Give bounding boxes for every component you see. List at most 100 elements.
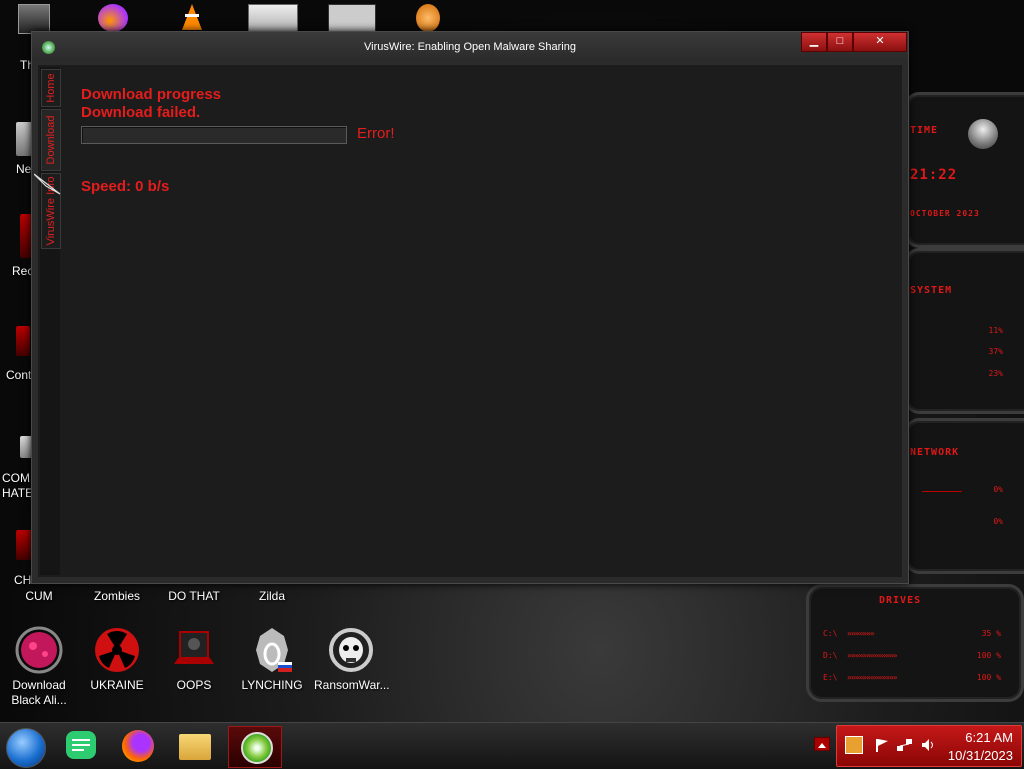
drive-percent: 35 % (981, 629, 1001, 638)
drives-widget-title: DRIVES (879, 595, 922, 606)
system-tray: 6:21 AM 10/31/2023 (836, 725, 1022, 767)
window-titlebar[interactable]: VirusWire: Enabling Open Malware Sharing… (32, 32, 908, 62)
time-widget: TIME 21:22 OCTOBER 2023 (905, 92, 1024, 248)
drive-row: C:\ »»»»»»» 35 % (823, 629, 1007, 639)
desktop-icon-top-6[interactable] (416, 4, 440, 32)
time-widget-title: TIME (910, 125, 939, 136)
download-progress-bar (81, 126, 347, 144)
download-status-text: Download failed. (81, 104, 201, 121)
virus-icon (15, 626, 63, 674)
chat-app-icon (66, 731, 96, 759)
desktop-icon-top-1[interactable] (18, 4, 50, 34)
control-panel-icon[interactable] (16, 326, 30, 356)
drive-letter: C:\ (823, 629, 838, 638)
desktop-label-left-4[interactable]: COMI (2, 471, 33, 485)
desktop-icon-label: OOPS (176, 678, 212, 692)
window-controls: ▁ □ ✕ (801, 32, 907, 52)
drive-usage-bar: »»»»»»» (847, 629, 875, 638)
desktop-label-left-3[interactable]: Cont (6, 368, 31, 382)
network-graph-line (922, 491, 962, 492)
desktop-label-zilda[interactable]: Zilda (235, 589, 309, 604)
vlc-icon[interactable] (180, 4, 204, 32)
window-title: VirusWire: Enabling Open Malware Sharing (364, 41, 576, 53)
desktop-label-left-6[interactable]: CH (14, 573, 31, 587)
desktop-icon-left-1[interactable] (16, 122, 32, 156)
system-value-2: 37% (988, 347, 1003, 356)
download-speed-text: Speed: 0 b/s (81, 178, 170, 195)
laptop-icon (170, 626, 218, 674)
skull-icon (327, 626, 375, 674)
desktop-icon-label: RansomWar... (314, 678, 390, 692)
download-page: Download progress Download failed. Error… (61, 65, 902, 577)
window-client: Home Download VirusWire Info Download pr… (38, 65, 902, 577)
taskbar-firefox[interactable] (113, 726, 163, 766)
close-button[interactable]: ✕ (853, 32, 907, 52)
desktop-icon-download-black-ali[interactable]: Download Black Ali... (2, 626, 76, 708)
network-widget: NETWORK 0% 0% (905, 418, 1024, 574)
folder-icon (179, 734, 211, 760)
desktop-label-zombies[interactable]: Zombies (80, 589, 154, 604)
system-widget: SYSTEM 11% 37% 23% (905, 248, 1024, 414)
desktop-label-left-1[interactable]: Ne (16, 162, 31, 176)
start-orb-icon (6, 728, 46, 768)
desktop-icon-ransomware[interactable]: RansomWar... (314, 626, 390, 693)
firefox-icon (122, 730, 154, 762)
taskbar-viruswire[interactable] (228, 726, 282, 768)
tab-download[interactable]: Download (41, 109, 61, 171)
taskbar-chat-app[interactable] (58, 726, 108, 766)
error-text: Error! (357, 125, 395, 142)
desktop-icon-ukraine[interactable]: UKRAINE (80, 626, 154, 693)
desktop-icon-left-6[interactable] (16, 530, 32, 560)
network-value-1: 0% (993, 485, 1003, 494)
drives-widget: DRIVES C:\ »»»»»»» 35 % D:\ »»»»»»»»»»»»… (806, 584, 1024, 702)
alien-logo-icon (968, 119, 998, 149)
drive-row: E:\ »»»»»»»»»»»»» 100 % (823, 673, 1007, 683)
desktop-icon-oops[interactable]: OOPS (157, 626, 231, 693)
drive-row: D:\ »»»»»»»»»»»»» 100 % (823, 651, 1007, 661)
viruswire-app-icon (241, 732, 273, 764)
time-widget-value: 21:22 (910, 167, 958, 183)
action-center-flag-icon[interactable] (875, 738, 889, 752)
show-hidden-icons-button[interactable] (814, 737, 830, 751)
firefox-nightly-icon[interactable] (98, 4, 128, 32)
drive-usage-bar: »»»»»»»»»»»»» (847, 651, 898, 660)
system-value-1: 11% (988, 326, 1003, 335)
vertical-tab-strip: Home Download VirusWire Info (40, 67, 61, 575)
tab-home[interactable]: Home (41, 69, 61, 107)
download-progress-title: Download progress (81, 86, 222, 103)
desktop-icon-top-5[interactable] (328, 4, 376, 34)
network-icon[interactable] (897, 738, 912, 752)
tab-home-label: Home (45, 73, 57, 103)
desktop-label-do-that[interactable]: DO THAT (157, 589, 231, 604)
network-value-2: 0% (993, 517, 1003, 526)
tray-app-icon[interactable] (845, 736, 863, 754)
drive-percent: 100 % (976, 651, 1001, 660)
desktop-icon-lynching[interactable]: LYNCHING (235, 626, 309, 693)
taskbar: 6:21 AM 10/31/2023 (0, 722, 1024, 769)
time-widget-date: OCTOBER 2023 (910, 209, 980, 218)
taskbar-clock-time[interactable]: 6:21 AM (965, 730, 1013, 745)
radiation-icon (93, 626, 141, 674)
network-widget-title: NETWORK (910, 447, 960, 458)
system-value-3: 23% (988, 369, 1003, 378)
drive-usage-bar: »»»»»»»»»»»»» (847, 673, 898, 682)
desktop-icon-label: LYNCHING (241, 678, 303, 692)
drive-letter: D:\ (823, 651, 838, 660)
drive-percent: 100 % (976, 673, 1001, 682)
maximize-button[interactable]: □ (827, 32, 853, 52)
desktop-label-left-5[interactable]: HATE (2, 486, 33, 500)
desktop-icon-top-4[interactable] (248, 4, 298, 34)
system-widget-title: SYSTEM (910, 285, 953, 296)
minimize-button[interactable]: ▁ (801, 32, 827, 52)
taskbar-clock-date[interactable]: 10/31/2023 (948, 748, 1013, 763)
desktop-icon-label: Download Black Ali... (11, 678, 67, 707)
drive-letter: E:\ (823, 673, 838, 682)
desktop-label-cum[interactable]: CUM (2, 589, 76, 604)
desktop-icon-label: UKRAINE (90, 678, 144, 692)
viruswire-window: VirusWire: Enabling Open Malware Sharing… (31, 31, 909, 584)
tab-download-label: Download (45, 115, 57, 165)
start-button[interactable] (2, 726, 48, 768)
volume-icon[interactable] (921, 738, 935, 752)
taskbar-file-explorer[interactable] (170, 726, 220, 766)
noose-icon (248, 626, 296, 674)
